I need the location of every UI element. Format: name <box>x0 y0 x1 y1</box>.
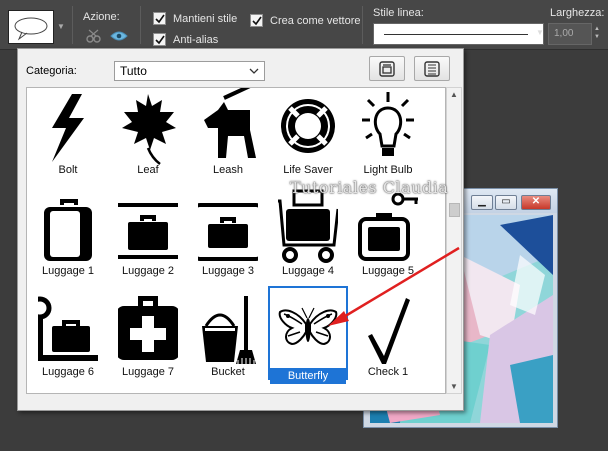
shape-cell-light-bulb[interactable]: Light Bulb <box>348 88 428 184</box>
shape-cell-luggage-4[interactable]: Luggage 4 <box>268 185 348 285</box>
shape-cell-life-saver[interactable]: Life Saver <box>268 88 348 184</box>
shape-cell-luggage-1[interactable]: Luggage 1 <box>28 185 108 285</box>
app-workspace: { "toolbar": { "action_label": "Azione:"… <box>0 0 608 451</box>
minimize-icon: ▁ <box>478 196 486 207</box>
shape-label: Luggage 6 <box>42 366 94 378</box>
maximize-icon: ▭ <box>501 196 511 207</box>
shape-cell-luggage-5[interactable]: Luggage 5 <box>348 185 428 285</box>
create-vector-label: Crea come vettore <box>270 15 361 27</box>
speech-bubble-icon <box>14 17 48 41</box>
shape-label: Luggage 3 <box>202 265 254 277</box>
leaf-icon <box>122 94 176 165</box>
toolbar-divider <box>140 6 141 44</box>
scroll-up-icon[interactable]: ▲ <box>450 90 458 99</box>
shape-cell-luggage-3[interactable]: Luggage 3 <box>188 185 268 285</box>
eye-icon[interactable] <box>110 30 128 42</box>
line-style-chevron-icon[interactable]: ▼ <box>536 28 544 37</box>
shape-label: Bucket <box>211 366 245 378</box>
minimize-button[interactable]: ▁ <box>471 195 493 210</box>
watermark-text: Tutoriales Claudia <box>290 178 449 197</box>
shape-cell-bucket[interactable]: Bucket <box>188 286 268 386</box>
shape-label: Luggage 5 <box>362 265 414 277</box>
shape-label: Check 1 <box>367 366 409 378</box>
luggage-2-icon <box>118 203 178 259</box>
shape-label: Life Saver <box>283 164 333 176</box>
shape-label: Luggage 1 <box>42 265 94 277</box>
shape-cell-butterfly[interactable]: Butterfly <box>268 286 348 386</box>
category-label: Categoria: <box>26 65 77 77</box>
shape-label: Leash <box>213 164 243 176</box>
chevron-down-icon <box>249 68 259 74</box>
shape-library-icon <box>379 61 395 77</box>
shape-label: Bolt <box>58 164 78 176</box>
scrollbar-thumb[interactable] <box>449 203 460 217</box>
butterfly-icon <box>278 307 338 346</box>
width-spinner-icon[interactable]: ▲ ▼ <box>594 25 600 41</box>
leash-icon <box>204 88 256 158</box>
line-style-select[interactable] <box>373 23 544 45</box>
line-style-label: Stile linea: <box>373 7 424 19</box>
grid-view-icon <box>424 61 440 77</box>
keep-style-checkbox[interactable] <box>153 12 166 25</box>
action-label: Azione: <box>83 11 120 23</box>
luggage-7-icon <box>118 296 178 360</box>
shape-label: Luggage 2 <box>122 265 174 277</box>
shape-label: Luggage 7 <box>122 366 174 378</box>
width-input[interactable]: 1,00 <box>548 23 592 45</box>
shape-cell-luggage-6[interactable]: Luggage 6 <box>28 286 108 386</box>
shape-cell-leash[interactable]: Leash <box>188 88 268 184</box>
shape-label: Leaf <box>137 164 159 176</box>
scissors-icon[interactable] <box>86 29 102 43</box>
tool-options-bar: ▼ Azione: Mantieni stile Anti-alias Crea… <box>0 0 608 50</box>
antialias-checkbox[interactable] <box>153 33 166 46</box>
shape-label: Butterfly <box>270 368 346 384</box>
shape-cell-check-1[interactable]: Check 1 <box>348 286 428 386</box>
bolt-icon <box>52 94 84 162</box>
checkmark-icon <box>368 298 410 364</box>
toolbar-divider <box>72 6 73 44</box>
shape-list-menu-button[interactable] <box>369 56 405 81</box>
close-icon: ✕ <box>531 196 541 207</box>
line-style-preview <box>384 34 528 35</box>
checkmark-icon <box>155 35 165 45</box>
keep-style-label: Mantieni stile <box>173 13 238 25</box>
antialias-label: Anti-alias <box>173 34 219 46</box>
preset-shape-preview[interactable] <box>8 10 54 44</box>
shape-label: Light Bulb <box>363 164 413 176</box>
shape-label: Luggage 4 <box>282 265 334 277</box>
shape-cell-leaf[interactable]: Leaf <box>108 88 188 184</box>
shape-grid-scrollbar[interactable]: ▲ ▼ <box>446 87 462 394</box>
luggage-6-icon <box>38 296 98 361</box>
shape-cell-bolt[interactable]: Bolt <box>28 88 108 184</box>
bucket-icon <box>202 296 256 364</box>
light-bulb-icon <box>362 92 414 156</box>
scroll-down-icon[interactable]: ▼ <box>450 382 458 391</box>
preset-shape-picker: Categoria: Tutto Bolt Leaf Leash Life Sa… <box>17 48 464 411</box>
category-value: Tutto <box>120 64 147 78</box>
checkmark-icon <box>252 16 262 26</box>
luggage-5-icon <box>358 192 418 261</box>
shape-grid: Bolt Leaf Leash Life Saver Light Bulb Lu… <box>26 87 446 394</box>
luggage-1-icon <box>44 199 92 261</box>
width-label: Larghezza: <box>550 7 605 19</box>
checkmark-icon <box>155 14 165 24</box>
toolbar-divider <box>362 6 363 44</box>
life-saver-icon <box>281 99 335 153</box>
category-select[interactable]: Tutto <box>114 61 265 81</box>
close-button[interactable]: ✕ <box>521 195 551 210</box>
luggage-4-icon <box>278 189 338 263</box>
shape-view-options-button[interactable] <box>414 56 450 81</box>
maximize-button[interactable]: ▭ <box>495 195 517 210</box>
preset-dropdown-chevron-icon[interactable]: ▼ <box>57 22 65 31</box>
luggage-3-icon <box>198 203 258 261</box>
shape-cell-luggage-7[interactable]: Luggage 7 <box>108 286 188 386</box>
shape-cell-luggage-2[interactable]: Luggage 2 <box>108 185 188 285</box>
create-vector-checkbox[interactable] <box>250 14 263 27</box>
